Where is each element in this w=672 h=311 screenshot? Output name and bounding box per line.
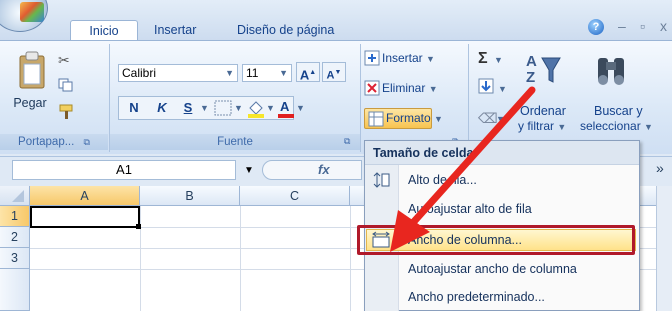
menu-item-ancho-de-columna[interactable]: Ancho de columna... [400, 228, 638, 252]
font-color-icon[interactable]: A [276, 98, 296, 118]
chevron-down-icon[interactable]: ▼ [494, 55, 503, 65]
row-header-1[interactable]: 1 [0, 206, 30, 227]
font-name-combo[interactable]: Calibri ▼ [118, 64, 238, 82]
fill-icon[interactable] [478, 78, 494, 94]
underline-button[interactable]: S [176, 98, 200, 118]
chevron-down-icon: ▼ [428, 84, 438, 94]
cut-icon[interactable]: ✂ [58, 52, 70, 69]
column-header-c[interactable]: C [240, 186, 350, 206]
menu-item-autoajustar-ancho[interactable]: Autoajustar ancho de columna [400, 257, 638, 281]
grid-line [240, 206, 241, 311]
chevron-down-icon: ▼ [279, 68, 288, 78]
select-all-corner[interactable] [0, 186, 30, 206]
borders-icon[interactable] [214, 100, 232, 116]
grow-font-button[interactable]: A▲ [296, 62, 320, 82]
format-cells-icon [368, 111, 384, 127]
svg-text:A: A [526, 53, 537, 70]
chevron-down-icon[interactable]: ▼ [234, 103, 243, 113]
menu-item-alto-de-fila[interactable]: Alto de fila... [400, 168, 638, 192]
autosum-icon[interactable]: Σ [478, 50, 488, 68]
fill-handle[interactable] [136, 224, 141, 229]
chevron-down-icon[interactable]: ▼ [200, 103, 209, 113]
sort-filter-button[interactable]: Ordenar [520, 104, 566, 118]
row-header-3[interactable]: 3 [0, 248, 30, 269]
copy-icon[interactable] [58, 78, 74, 92]
clear-icon[interactable]: ⌫ [478, 110, 498, 127]
chevron-down-icon: ▼ [434, 114, 443, 124]
font-name-value: Calibri [122, 66, 157, 80]
row-header-4[interactable] [0, 269, 30, 311]
grid-line [350, 206, 351, 311]
formato-label: Formato [386, 111, 431, 125]
font-dialog-launcher[interactable]: ⧉ [344, 136, 350, 147]
chevron-down-icon[interactable]: ▼ [296, 103, 305, 113]
font-size-value: 11 [246, 66, 259, 80]
column-width-icon [371, 231, 391, 249]
italic-button[interactable]: K [150, 98, 174, 118]
help-icon[interactable]: ? [588, 19, 604, 35]
row-height-icon [371, 171, 391, 189]
chevron-down-icon: ▼ [225, 68, 234, 78]
formula-controls [262, 160, 362, 180]
insertar-cells-button[interactable]: Insertar ▼ [382, 47, 435, 69]
fill-color-icon[interactable] [246, 98, 266, 118]
chevron-down-icon: ▼ [426, 54, 435, 64]
column-header-a[interactable]: A [30, 186, 140, 206]
cell-a1[interactable] [30, 206, 140, 228]
clipboard-dialog-launcher[interactable]: ⧉ [84, 137, 90, 147]
sort-filter-icon: A Z [522, 50, 562, 94]
tab-inicio[interactable]: Inicio [70, 20, 138, 40]
tab-diseno-de-pagina[interactable]: Diseño de página [229, 20, 342, 40]
paste-button[interactable]: Pegar [8, 96, 52, 110]
font-size-combo[interactable]: 11 ▼ [242, 64, 292, 82]
menu-item-ancho-predeterminado[interactable]: Ancho predeterminado... [400, 285, 638, 309]
delete-cells-icon [364, 80, 380, 96]
chevron-down-icon[interactable]: ▼ [496, 114, 505, 124]
insert-cells-icon [364, 50, 380, 66]
ordenar-label: Ordenar [520, 104, 566, 118]
office-logo-icon [20, 2, 44, 22]
name-box[interactable]: A1 [12, 160, 236, 180]
chevron-down-icon: ▼ [557, 122, 567, 132]
ribbon-divider [468, 44, 469, 152]
row-header-2[interactable]: 2 [0, 227, 30, 248]
buscar-label: Buscar y [594, 104, 643, 118]
svg-text:Z: Z [526, 69, 535, 86]
fx-icon[interactable]: fx [318, 162, 330, 177]
eliminar-cells-button[interactable]: Eliminar ▼ [382, 77, 438, 99]
paste-icon [14, 50, 50, 92]
binoculars-icon [594, 50, 630, 90]
menu-header: Tamaño de celda [365, 141, 639, 165]
grid-line [140, 206, 141, 311]
close-icon[interactable]: x [660, 18, 667, 34]
font-group-label: Fuente [217, 136, 253, 148]
y-filtrar-label: y filtrar [518, 119, 554, 133]
column-header-b[interactable]: B [140, 186, 240, 206]
chevron-down-icon: ▼ [644, 122, 653, 132]
svg-text:A: A [280, 99, 290, 114]
bold-button[interactable]: N [122, 98, 146, 118]
minimize-icon[interactable]: – [618, 18, 626, 34]
clipboard-group-label: Portapap... [18, 136, 75, 148]
vertical-scrollbar[interactable] [656, 186, 672, 311]
expand-formula-icon[interactable]: » [656, 160, 664, 176]
find-select-button[interactable]: seleccionar ▼ [580, 119, 653, 133]
seleccionar-label: seleccionar [580, 119, 641, 133]
menu-item-autoajustar-alto[interactable]: Autoajustar alto de fila [400, 197, 638, 221]
shrink-font-button[interactable]: A▼ [322, 62, 346, 82]
ribbon-divider [360, 44, 361, 152]
tab-insertar[interactable]: Insertar [146, 20, 204, 40]
chevron-down-icon[interactable]: ▼ [498, 84, 507, 94]
chevron-down-icon[interactable]: ▼ [266, 103, 275, 113]
sort-filter-dropdown[interactable]: y filtrar ▼ [518, 119, 566, 133]
restore-icon[interactable]: ▫ [640, 18, 645, 34]
chevron-down-icon[interactable]: ▼ [244, 165, 254, 176]
format-painter-icon[interactable] [58, 104, 76, 120]
